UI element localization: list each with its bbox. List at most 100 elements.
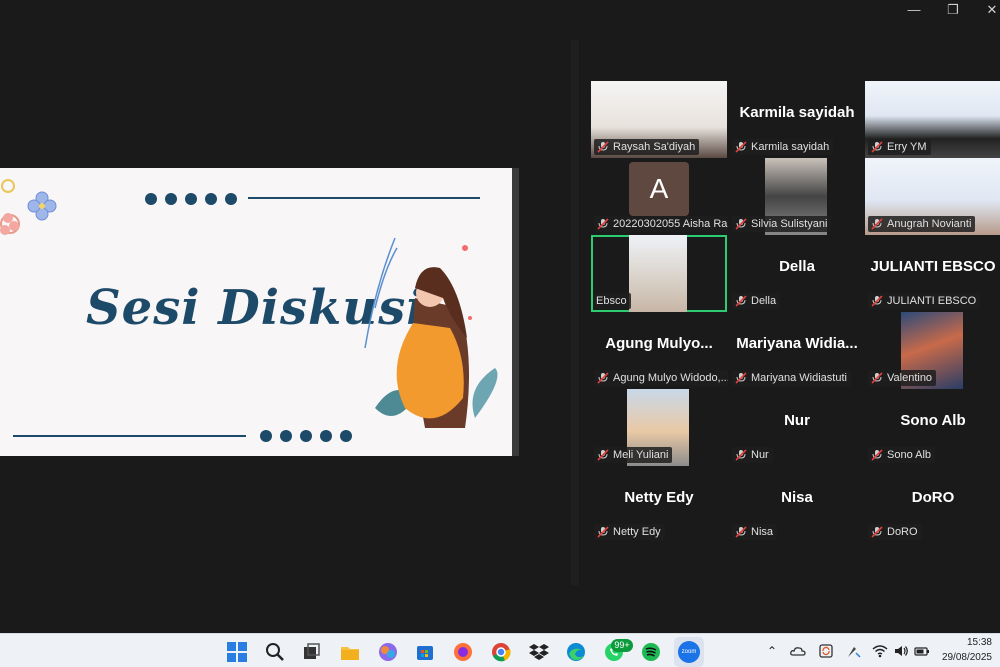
participant-name-text: Valentino: [887, 372, 933, 384]
dot: [320, 430, 332, 442]
participant-tile[interactable]: JULIANTI EBSCO JULIANTI EBSCO: [865, 235, 1000, 312]
mic-muted-icon: [871, 295, 883, 307]
participant-tile[interactable]: Erry YM: [865, 81, 1000, 158]
spotify-icon[interactable]: [640, 641, 662, 663]
edge-icon[interactable]: [565, 641, 587, 663]
chevron-up-icon[interactable]: ⌃: [764, 643, 780, 659]
slide-edge: [512, 168, 519, 456]
title-bar: — ❐ ✕: [0, 0, 1000, 22]
participant-display-name: JULIANTI EBSCO: [870, 258, 996, 275]
participant-tile[interactable]: Karmila sayidah Karmila sayidah: [729, 81, 865, 158]
participant-name-text: Karmila sayidah: [751, 141, 830, 153]
dot: [205, 193, 217, 205]
participant-name-text: 20220302055 Aisha Ra...: [613, 218, 728, 230]
participant-name-label: JULIANTI EBSCO: [868, 293, 981, 309]
microsoft-store-icon[interactable]: [414, 641, 436, 663]
firefox-icon[interactable]: [452, 641, 474, 663]
close-button[interactable]: ✕: [982, 2, 1000, 18]
participant-display-name: Della: [779, 258, 815, 275]
mic-muted-icon: [735, 218, 747, 230]
copilot-icon[interactable]: [377, 641, 399, 663]
participant-name-text: DoRO: [887, 526, 918, 538]
participant-tile[interactable]: Nisa Nisa: [729, 466, 865, 543]
windows-start-icon[interactable]: [226, 641, 248, 663]
participant-tile[interactable]: Valentino: [865, 312, 1000, 389]
participant-name-text: Meli Yuliani: [613, 449, 669, 461]
participant-name-text: Silvia Sulistyani: [751, 218, 828, 230]
participant-tile[interactable]: Agung Mulyo... Agung Mulyo Widodo,...: [591, 312, 728, 389]
mic-muted-icon: [871, 449, 883, 461]
participant-tile[interactable]: Silvia Sulistyani: [729, 158, 865, 235]
clock-time[interactable]: 15:38: [967, 637, 992, 648]
participant-name-label: Valentino: [868, 370, 937, 386]
dot: [185, 193, 197, 205]
participant-display-name: Sono Alb: [900, 412, 966, 429]
search-icon[interactable]: [264, 641, 286, 663]
dot: [280, 430, 292, 442]
participant-display-name: Nur: [784, 412, 810, 429]
chrome-icon[interactable]: [490, 641, 512, 663]
participant-tile[interactable]: Meli Yuliani: [591, 389, 727, 466]
top-rule: [248, 197, 480, 199]
participant-tile[interactable]: Sono Alb Sono Alb: [865, 389, 1000, 466]
mic-muted-icon: [871, 141, 883, 153]
restore-button[interactable]: ❐: [943, 2, 963, 18]
participant-name-label: Silvia Sulistyani: [732, 216, 832, 232]
mic-muted-icon: [735, 526, 747, 538]
whatsapp-notification-badge: 99+: [611, 639, 633, 652]
participant-tile[interactable]: DoRO DoRO: [865, 466, 1000, 543]
participant-display-name: Karmila sayidah: [739, 104, 855, 121]
participant-name-text: Sono Alb: [887, 449, 932, 461]
presentation-slide: Sesi Diskusi: [0, 168, 512, 456]
battery-icon[interactable]: [914, 643, 930, 659]
mic-muted-icon: [871, 372, 883, 384]
participant-name-label: Raysah Sa'diyah: [594, 139, 700, 155]
task-view-icon[interactable]: [300, 641, 322, 663]
mic-muted-icon: [735, 141, 747, 153]
participant-name-label: DoRO: [868, 524, 922, 540]
mic-muted-icon: [597, 449, 609, 461]
participant-name-label: Nur: [732, 447, 773, 463]
participant-name-label: Anugrah Novianti: [868, 216, 976, 232]
participant-name-text: Mariyana Widiastuti: [751, 372, 847, 384]
flower-decoration-icon: [0, 179, 57, 235]
participant-name-text: Ebsco: [596, 295, 627, 307]
participant-name-text: Anugrah Novianti: [887, 218, 972, 230]
zoom-taskbar-button[interactable]: zoom: [674, 637, 704, 667]
wifi-icon[interactable]: [872, 643, 888, 659]
pen-network-icon[interactable]: [846, 643, 862, 659]
file-explorer-icon[interactable]: [339, 641, 361, 663]
slide-title: Sesi Diskusi: [86, 280, 426, 336]
participant-tile[interactable]: A 20220302055 Aisha Ra...: [591, 158, 728, 235]
participant-display-name: Netty Edy: [624, 489, 694, 506]
dot: [300, 430, 312, 442]
participant-name-text: Agung Mulyo Widodo,...: [613, 372, 728, 384]
participant-display-name: Nisa: [781, 489, 813, 506]
participant-tile[interactable]: Netty Edy Netty Edy: [591, 466, 727, 543]
participant-name-label: 20220302055 Aisha Ra...: [594, 216, 728, 232]
mic-muted-icon: [735, 449, 747, 461]
participant-name-label: Meli Yuliani: [594, 447, 673, 463]
onedrive-cloud-icon[interactable]: [790, 643, 806, 659]
participant-tile[interactable]: Anugrah Novianti: [865, 158, 1000, 235]
mic-muted-icon: [597, 372, 609, 384]
sync-icon[interactable]: [818, 643, 834, 659]
participant-tile[interactable]: Nur Nur: [729, 389, 865, 466]
dot: [260, 430, 272, 442]
participant-tile[interactable]: Ebsco: [591, 235, 727, 312]
participant-name-label: Mariyana Widiastuti: [732, 370, 851, 386]
volume-icon[interactable]: [893, 643, 909, 659]
participant-display-name: Mariyana Widia...: [736, 335, 858, 352]
participant-tile[interactable]: Della Della: [729, 235, 865, 312]
mic-muted-icon: [597, 526, 609, 538]
minimize-button[interactable]: —: [904, 2, 924, 18]
participant-name-text: Netty Edy: [613, 526, 661, 538]
dropbox-icon[interactable]: [528, 641, 550, 663]
participant-tile[interactable]: Mariyana Widia... Mariyana Widiastuti: [729, 312, 865, 389]
participant-name-text: Nisa: [751, 526, 774, 538]
participant-tile[interactable]: Raysah Sa'diyah: [591, 81, 727, 158]
clock-date[interactable]: 29/08/2025: [942, 652, 992, 663]
mic-muted-icon: [597, 141, 609, 153]
panel-divider[interactable]: [571, 40, 579, 585]
participant-name-text: Nur: [751, 449, 769, 461]
